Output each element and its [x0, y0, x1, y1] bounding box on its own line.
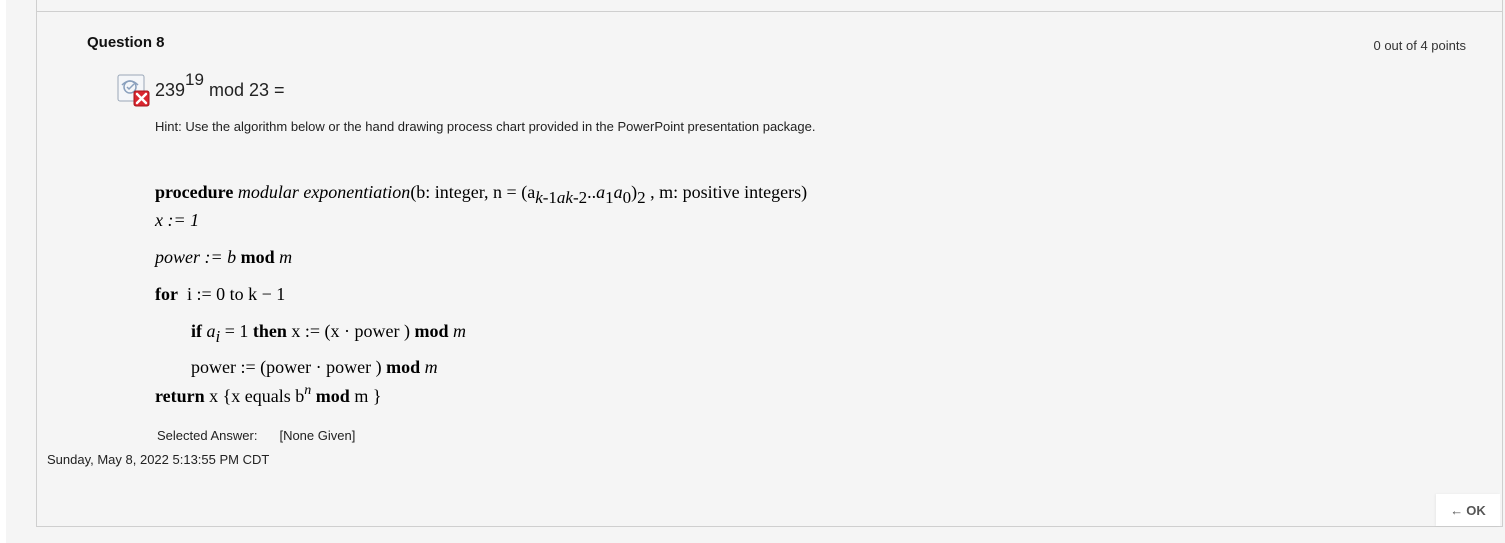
subscript-sequence: k-1ak-2 — [535, 188, 588, 207]
question-prompt: 23919 mod 23 = — [155, 70, 285, 101]
algorithm-line-init-power: power := b mod m — [155, 247, 293, 267]
prompt-base: 239 — [155, 80, 186, 100]
panel-top-border — [36, 0, 1503, 11]
algorithm-line-for: for i := 0 to k − 1 — [155, 284, 286, 304]
keyword-procedure: procedure — [155, 182, 234, 202]
prompt-exponent: 19 — [185, 70, 204, 89]
ok-button[interactable]: ← OK — [1436, 494, 1500, 526]
algorithm-line-procedure: procedure modular exponentiation(b: inte… — [155, 182, 808, 207]
arrow-left-icon: ← — [1450, 502, 1464, 518]
ok-button-label: OK — [1466, 502, 1486, 518]
selected-answer-row: Selected Answer: [None Given] — [157, 428, 355, 443]
algorithm-line-if: if ai = 1 then x := (x · power ) mod m — [191, 321, 467, 346]
question-hint: Hint: Use the algorithm below or the han… — [155, 119, 816, 134]
procedure-name: modular exponentiation — [237, 182, 411, 202]
procedure-params-post: , m: positive integers) — [650, 182, 808, 202]
incorrect-x-icon — [116, 73, 150, 107]
algorithm-line-init-x: x := 1 — [155, 210, 200, 230]
selected-answer-value: [None Given] — [279, 428, 356, 443]
submission-timestamp: Sunday, May 8, 2022 5:13:55 PM CDT — [47, 452, 270, 467]
question-title: Question 8 — [87, 34, 165, 51]
prompt-rest: mod 23 = — [203, 80, 285, 100]
algorithm-line-return: return x {x equals bn mod m } — [155, 383, 382, 407]
selected-answer-label: Selected Answer: — [157, 428, 258, 443]
procedure-params-pre: (b: integer, n = (a — [410, 182, 536, 202]
question-points: 0 out of 4 points — [1373, 38, 1466, 53]
algorithm-line-power-update: power := (power · power ) mod m — [191, 357, 438, 377]
